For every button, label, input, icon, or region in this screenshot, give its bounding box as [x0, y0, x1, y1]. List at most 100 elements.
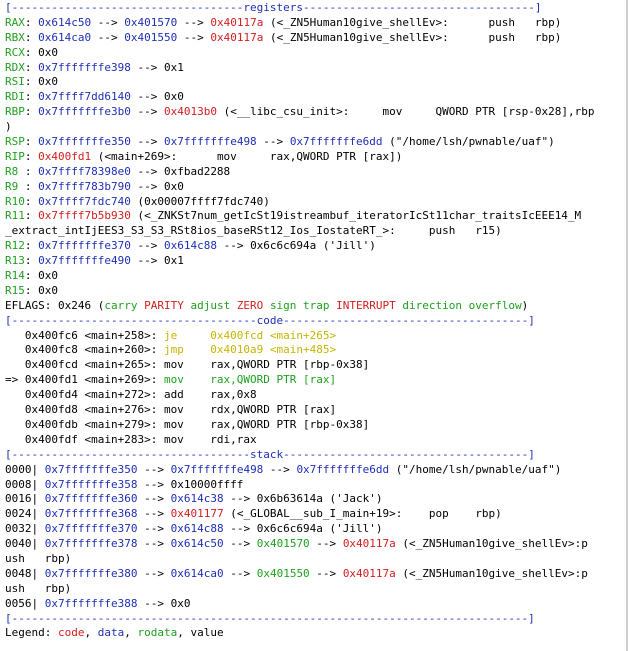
- terminal-line-separator: [-------------------------------------co…: [5, 314, 628, 329]
- terminal-line-register: R15: 0x0: [5, 284, 628, 299]
- terminal-text-segment: RIP: [5, 149, 25, 163]
- terminal-text-segment: 0x7fffffffe350: [38, 135, 131, 149]
- terminal-text-segment: -->: [137, 507, 171, 521]
- terminal-text-segment: R8: [5, 164, 25, 178]
- terminal-text-segment: 0x614c88: [163, 239, 217, 253]
- terminal-line-stack: 0024| 0x7fffffffe368 --> 0x401177 (<_GLO…: [5, 507, 628, 522]
- terminal-text-segment: 0x7ffff7dd6140: [38, 90, 131, 104]
- terminal-text-segment: ,: [84, 626, 98, 640]
- terminal-line-separator: [---------------------------------------…: [5, 612, 628, 627]
- terminal-line-register: R8 : 0x7ffff78398e0 --> 0xfbad2288: [5, 165, 628, 180]
- terminal-text-segment: :: [24, 30, 39, 44]
- terminal-text-segment: 0x614c38: [170, 492, 224, 506]
- terminal-text-segment: --> 0x0: [137, 596, 191, 610]
- terminal-text-segment: -->: [309, 537, 343, 551]
- terminal-text-segment: -->: [177, 30, 211, 44]
- terminal-text-segment: ("/home/lsh/pwnable/uaf"): [389, 462, 562, 476]
- terminal-text-segment: 0x7fffffffe6dd: [289, 135, 383, 149]
- terminal-line-register: RDX: 0x7fffffffe398 --> 0x1: [5, 61, 628, 76]
- terminal-text-segment: RDI: [5, 90, 25, 104]
- terminal-text-segment: 0008|: [5, 477, 45, 491]
- terminal-line-register: RAX: 0x614c50 --> 0x401570 --> 0x40117a …: [5, 16, 628, 31]
- terminal-text-segment: , value: [177, 626, 224, 640]
- terminal-text-segment: 0x400fd4 <main+272>: add rax,0x8: [5, 388, 257, 402]
- terminal-text-segment: 0x400fcd <main+265>: mov rax,QWORD PTR […: [5, 358, 370, 372]
- terminal-text-segment: :: [24, 239, 39, 253]
- terminal-line-register: RSI: 0x0: [5, 75, 628, 90]
- terminal-text-segment: ,: [124, 626, 138, 640]
- terminal-text-segment: mov rax,QWORD PTR [rax]: [163, 373, 337, 387]
- terminal-text-segment: ush rbp): [5, 551, 72, 565]
- terminal-text-segment: R11: [5, 209, 25, 223]
- terminal-line-register: R9 : 0x7ffff783b790 --> 0x0: [5, 180, 628, 195]
- terminal-text-segment: 0x614c50: [170, 537, 224, 551]
- terminal-text-segment: [-------------------------------------: [5, 313, 257, 327]
- terminal-line-separator: [-----------------------------------regi…: [5, 1, 628, 16]
- terminal-text-segment: 0x400fc6 <main+258>:: [5, 328, 164, 342]
- terminal-text-segment: RBX: [5, 30, 25, 44]
- terminal-text-segment: --> 0xfbad2288: [130, 164, 231, 178]
- terminal-line-stack: 0048| 0x7fffffffe380 --> 0x614ca0 --> 0x…: [5, 567, 628, 582]
- terminal-line-register: RDI: 0x7ffff7dd6140 --> 0x0: [5, 90, 628, 105]
- terminal-text-segment: :: [24, 15, 39, 29]
- terminal-text-segment: 0x4013b0: [163, 105, 217, 119]
- terminal-text-segment: [---------------------------------------…: [5, 611, 535, 625]
- terminal-line-stack: 0056| 0x7fffffffe388 --> 0x0: [5, 597, 628, 612]
- terminal-line-register: R12: 0x7fffffffe370 --> 0x614c88 --> 0x6…: [5, 239, 628, 254]
- terminal-line-code: 0x400fdf <main+283>: mov rdi,rax: [5, 433, 628, 448]
- terminal-line-code: 0x400fd8 <main+276>: mov rdx,QWORD PTR […: [5, 403, 628, 418]
- terminal-line-legend: Legend: code, data, rodata, value: [5, 626, 628, 641]
- terminal-line-register: _extract_intIjEES3_S3_S3_RSt8ios_baseRSt…: [5, 224, 628, 239]
- terminal-text-segment: (<_ZN5Human10give_shellEv>:p: [395, 566, 588, 580]
- terminal-text-segment: -->: [223, 537, 257, 551]
- terminal-text-segment: -->: [256, 135, 290, 149]
- terminal-text-segment: RSP: [5, 135, 25, 149]
- terminal-text-segment: 0x40117a: [210, 15, 264, 29]
- terminal-text-segment: 0024|: [5, 507, 45, 521]
- terminal-text-segment: 0x400fd1: [38, 149, 92, 163]
- terminal-text-segment: -->: [137, 462, 171, 476]
- terminal-text-segment: --> 0x10000ffff: [137, 477, 244, 491]
- terminal-text-segment: 0x40117a: [342, 537, 396, 551]
- terminal-text-segment: (0x00007ffff7fdc740): [130, 194, 270, 208]
- terminal-text-segment: --> 0x1: [130, 60, 184, 74]
- terminal-text-segment: -->: [177, 15, 211, 29]
- terminal-text-segment: (<_ZN5Human10give_shellEv>: push rbp): [263, 15, 562, 29]
- terminal-line-stack: 0008| 0x7fffffffe358 --> 0x10000ffff: [5, 478, 628, 493]
- terminal-text-segment: => 0x400fd1 <main+269>:: [5, 373, 164, 387]
- terminal-text-segment: 0x7fffffffe490: [38, 254, 131, 268]
- terminal-line-flags: EFLAGS: 0x246 (carry PARITY adjust ZERO …: [5, 299, 628, 314]
- terminal-text-segment: 0x7fffffffe360: [44, 492, 138, 506]
- terminal-line-register: R10: 0x7ffff7fdc740 (0x00007ffff7fdc740): [5, 195, 628, 210]
- terminal-text-segment: :: [24, 194, 39, 208]
- terminal-text-segment: (<_ZN5Human10give_shellEv>: push rbp): [263, 30, 562, 44]
- terminal-text-segment: RDX: [5, 60, 25, 74]
- terminal-text-segment: -->: [137, 537, 171, 551]
- terminal-line-stack: 0032| 0x7fffffffe370 --> 0x614c88 --> 0x…: [5, 522, 628, 537]
- terminal-text-segment: 0x401570: [256, 537, 310, 551]
- terminal-text-segment: 0x7fffffffe370: [38, 239, 131, 253]
- terminal-text-segment: (<_ZN5Human10give_shellEv>:p: [395, 537, 588, 551]
- terminal-text-segment: direction overflow: [402, 298, 522, 312]
- terminal-text-segment: (<_ZNKSt7num_getIcSt19istreambuf_iterato…: [130, 209, 582, 223]
- terminal-line-register: RIP: 0x400fd1 (<main+269>: mov rax,QWORD…: [5, 150, 628, 165]
- terminal-text-segment: R15: [5, 283, 25, 297]
- terminal-text-segment: (<main+269>: mov rax,QWORD PTR [rax]): [91, 149, 403, 163]
- terminal-text-segment: data: [97, 626, 125, 640]
- terminal-text-segment: 0x7fffffffe3b0: [38, 105, 131, 119]
- terminal-text-segment: :: [24, 60, 39, 74]
- terminal-text-segment: 0x400fd8 <main+276>: mov rdx,QWORD PTR […: [5, 403, 337, 417]
- terminal-text-segment: RSI: [5, 75, 25, 89]
- terminal-text-segment: ZERO: [236, 298, 270, 312]
- terminal-text-segment: -->: [137, 492, 171, 506]
- terminal-line-register: R11: 0x7ffff7b5b930 (<_ZNKSt7num_getIcSt…: [5, 209, 628, 224]
- terminal-text-segment: 0x7fffffffe378: [44, 537, 138, 551]
- terminal-line-code: 0x400fd4 <main+272>: add rax,0x8: [5, 388, 628, 403]
- gdb-terminal[interactable]: [-----------------------------------regi…: [0, 0, 628, 651]
- terminal-text-segment: ("/home/lsh/pwnable/uaf"): [382, 135, 555, 149]
- terminal-line-stack: ush rbp): [5, 582, 628, 597]
- terminal-text-segment: :: [24, 135, 39, 149]
- terminal-text-segment: :: [24, 90, 39, 104]
- terminal-line-register: R14: 0x0: [5, 269, 628, 284]
- terminal-text-segment: -->: [130, 135, 164, 149]
